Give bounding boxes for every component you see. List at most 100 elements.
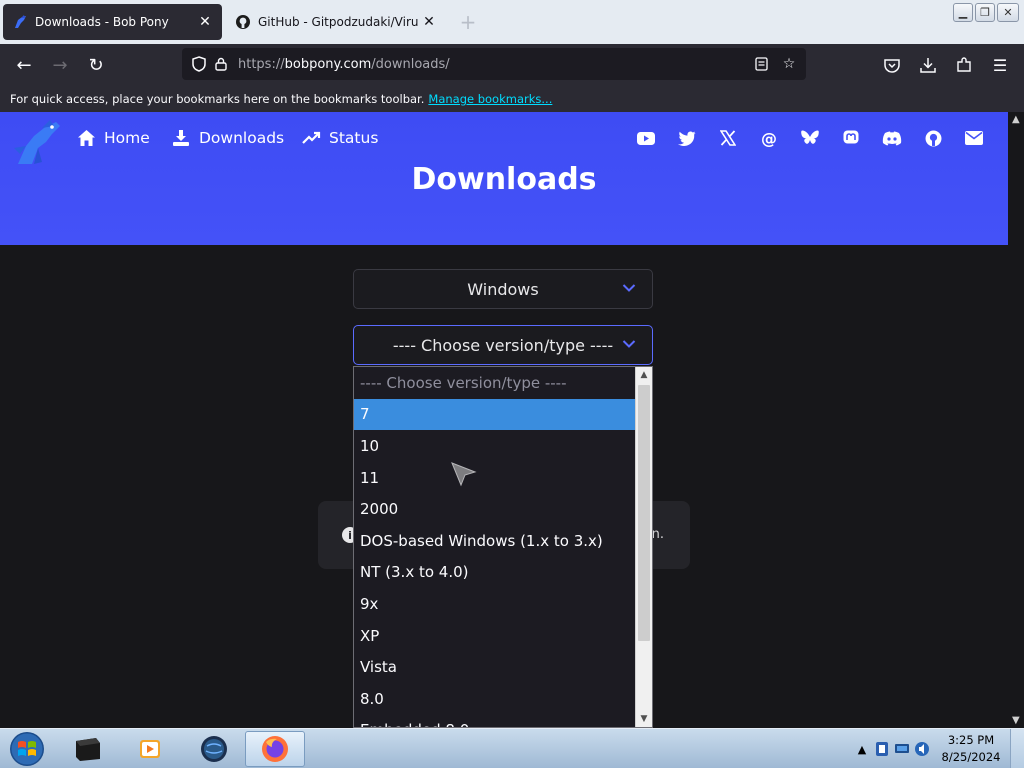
bookmark-star-icon[interactable]: ☆ [778, 53, 800, 75]
version-select[interactable]: ---- Choose version/type ---- [353, 325, 653, 365]
email-icon[interactable] [964, 128, 984, 148]
media-player-icon [140, 740, 160, 758]
terminal-icon [76, 738, 100, 761]
github-favicon-icon [235, 14, 251, 30]
navigation-toolbar: ← → ↻ https://bobpony.com/downloads/ ☆ ☰ [0, 44, 1024, 86]
globe-icon [201, 736, 227, 762]
dropdown-scrollbar[interactable]: ▲ ▼ [635, 367, 652, 727]
new-tab-icon[interactable]: + [456, 10, 480, 34]
twitter-icon[interactable] [677, 128, 697, 148]
tab-title: Downloads - Bob Pony [35, 15, 169, 29]
dropdown-option[interactable]: ---- Choose version/type ---- [354, 367, 636, 399]
taskbar-app-terminal[interactable] [58, 731, 118, 767]
scrollbar-thumb[interactable] [638, 385, 650, 641]
close-tab-icon[interactable]: ✕ [194, 11, 216, 33]
close-window-icon[interactable]: ✕ [997, 3, 1019, 22]
pocket-icon[interactable] [880, 53, 904, 77]
downloads-icon[interactable] [916, 53, 940, 77]
reload-icon[interactable]: ↻ [82, 52, 110, 78]
os-select-value: Windows [467, 279, 539, 299]
start-button[interactable] [4, 730, 50, 768]
network-icon[interactable] [892, 739, 912, 759]
youtube-icon[interactable] [636, 128, 656, 148]
dropdown-options: ---- Choose version/type ---- 7 10 11 2000 DO… [354, 367, 636, 727]
nav-status-link[interactable]: Status [301, 128, 378, 148]
dropdown-option[interactable]: 7 [354, 398, 636, 431]
minimize-window-icon[interactable]: ▁ [953, 3, 973, 22]
dropdown-option[interactable]: DOS-based Windows (1.x to 3.x) [354, 525, 636, 557]
nav-home-label: Home [104, 129, 150, 147]
social-links: @ [636, 128, 984, 148]
dropdown-option[interactable]: 11 [354, 462, 636, 494]
bob-pony-favicon-icon [12, 14, 28, 30]
firefox-icon [262, 736, 288, 762]
dropdown-option[interactable]: Vista [354, 651, 636, 683]
forward-arrow-icon[interactable]: → [46, 52, 74, 78]
chevron-down-icon [622, 340, 636, 348]
os-select[interactable]: Windows [353, 269, 653, 309]
scroll-down-icon[interactable]: ▼ [1012, 715, 1020, 726]
volume-icon[interactable] [912, 739, 932, 759]
menu-hamburger-icon[interactable]: ☰ [988, 53, 1012, 77]
clock-time: 3:25 PM [947, 733, 995, 747]
bob-pony-logo-icon[interactable] [12, 118, 64, 166]
tab-github[interactable]: GitHub - Gitpodzudaki/Virus ✕ [226, 4, 446, 40]
dropdown-option[interactable]: 8.0 [354, 683, 636, 715]
tracking-shield-icon[interactable] [188, 53, 210, 75]
close-tab-icon[interactable]: ✕ [418, 11, 440, 33]
scroll-down-icon[interactable]: ▼ [636, 711, 652, 727]
extensions-icon[interactable] [952, 53, 976, 77]
manage-bookmarks-link[interactable]: Manage bookmarks... [428, 92, 552, 106]
window-controls: ▁ ❐ ✕ [953, 3, 1019, 23]
show-hidden-icons-icon[interactable]: ▲ [852, 739, 872, 759]
back-arrow-icon[interactable]: ← [10, 52, 38, 78]
system-tray: ▲ 3:25 PM 8/25/2024 [852, 729, 1024, 768]
mastodon-icon[interactable] [841, 128, 861, 148]
lock-icon[interactable] [210, 53, 232, 75]
clock-date: 8/25/2024 [941, 750, 1001, 764]
tab-title: GitHub - Gitpodzudaki/Virus [258, 15, 418, 29]
threads-icon[interactable]: @ [759, 128, 779, 148]
taskbar-app-firefox[interactable] [245, 731, 305, 767]
bookmarks-toolbar: For quick access, place your bookmarks h… [0, 86, 1024, 112]
tray-app-icon[interactable] [872, 739, 892, 759]
dropdown-option[interactable]: NT (3.x to 4.0) [354, 557, 636, 589]
restore-window-icon[interactable]: ❐ [975, 3, 995, 22]
info-text-fragment: n. [651, 527, 664, 542]
github-icon[interactable] [923, 128, 943, 148]
x-icon[interactable] [718, 128, 738, 148]
home-icon [76, 128, 96, 148]
page-header: Home Downloads Status @ Downloads [0, 112, 1008, 245]
bluesky-icon[interactable] [800, 128, 820, 148]
nav-home-link[interactable]: Home [76, 128, 150, 148]
dropdown-option[interactable]: XP [354, 620, 636, 652]
discord-icon[interactable] [882, 128, 902, 148]
show-desktop-button[interactable] [1010, 729, 1024, 768]
download-icon [171, 128, 191, 148]
taskbar-app-globe[interactable] [184, 731, 244, 767]
dropdown-option[interactable]: 2000 [354, 493, 636, 525]
nav-downloads-link[interactable]: Downloads [171, 128, 284, 148]
tab-strip: Downloads - Bob Pony ✕ GitHub - Gitpodzu… [0, 0, 1024, 44]
chevron-down-icon [622, 284, 636, 292]
version-select-value: ---- Choose version/type ---- [392, 335, 614, 355]
trending-up-icon [301, 128, 321, 148]
tab-downloads-bob-pony[interactable]: Downloads - Bob Pony ✕ [3, 4, 222, 40]
scroll-up-icon[interactable]: ▲ [1012, 114, 1020, 125]
version-dropdown-list[interactable]: ---- Choose version/type ---- 7 10 11 2000 DO… [353, 366, 653, 728]
dropdown-option[interactable]: 10 [354, 430, 636, 462]
address-bar[interactable]: https://bobpony.com/downloads/ ☆ [182, 48, 806, 80]
taskbar: ▲ 3:25 PM 8/25/2024 [0, 728, 1024, 768]
nav-downloads-label: Downloads [199, 129, 285, 147]
taskbar-app-media-player[interactable] [120, 731, 180, 767]
dropdown-option[interactable]: 9x [354, 588, 636, 620]
reader-view-icon[interactable] [750, 53, 772, 75]
scroll-up-icon[interactable]: ▲ [636, 367, 652, 383]
nav-status-label: Status [329, 129, 379, 147]
url-text[interactable]: https://bobpony.com/downloads/ [238, 57, 450, 72]
clock[interactable]: 3:25 PM 8/25/2024 [932, 732, 1010, 766]
page-scrollbar[interactable]: ▲ ▼ [1008, 112, 1024, 728]
bookmarks-message: For quick access, place your bookmarks h… [10, 92, 425, 106]
page-title: Downloads [411, 162, 597, 197]
dropdown-option[interactable]: Embedded 8.0 [354, 715, 636, 727]
